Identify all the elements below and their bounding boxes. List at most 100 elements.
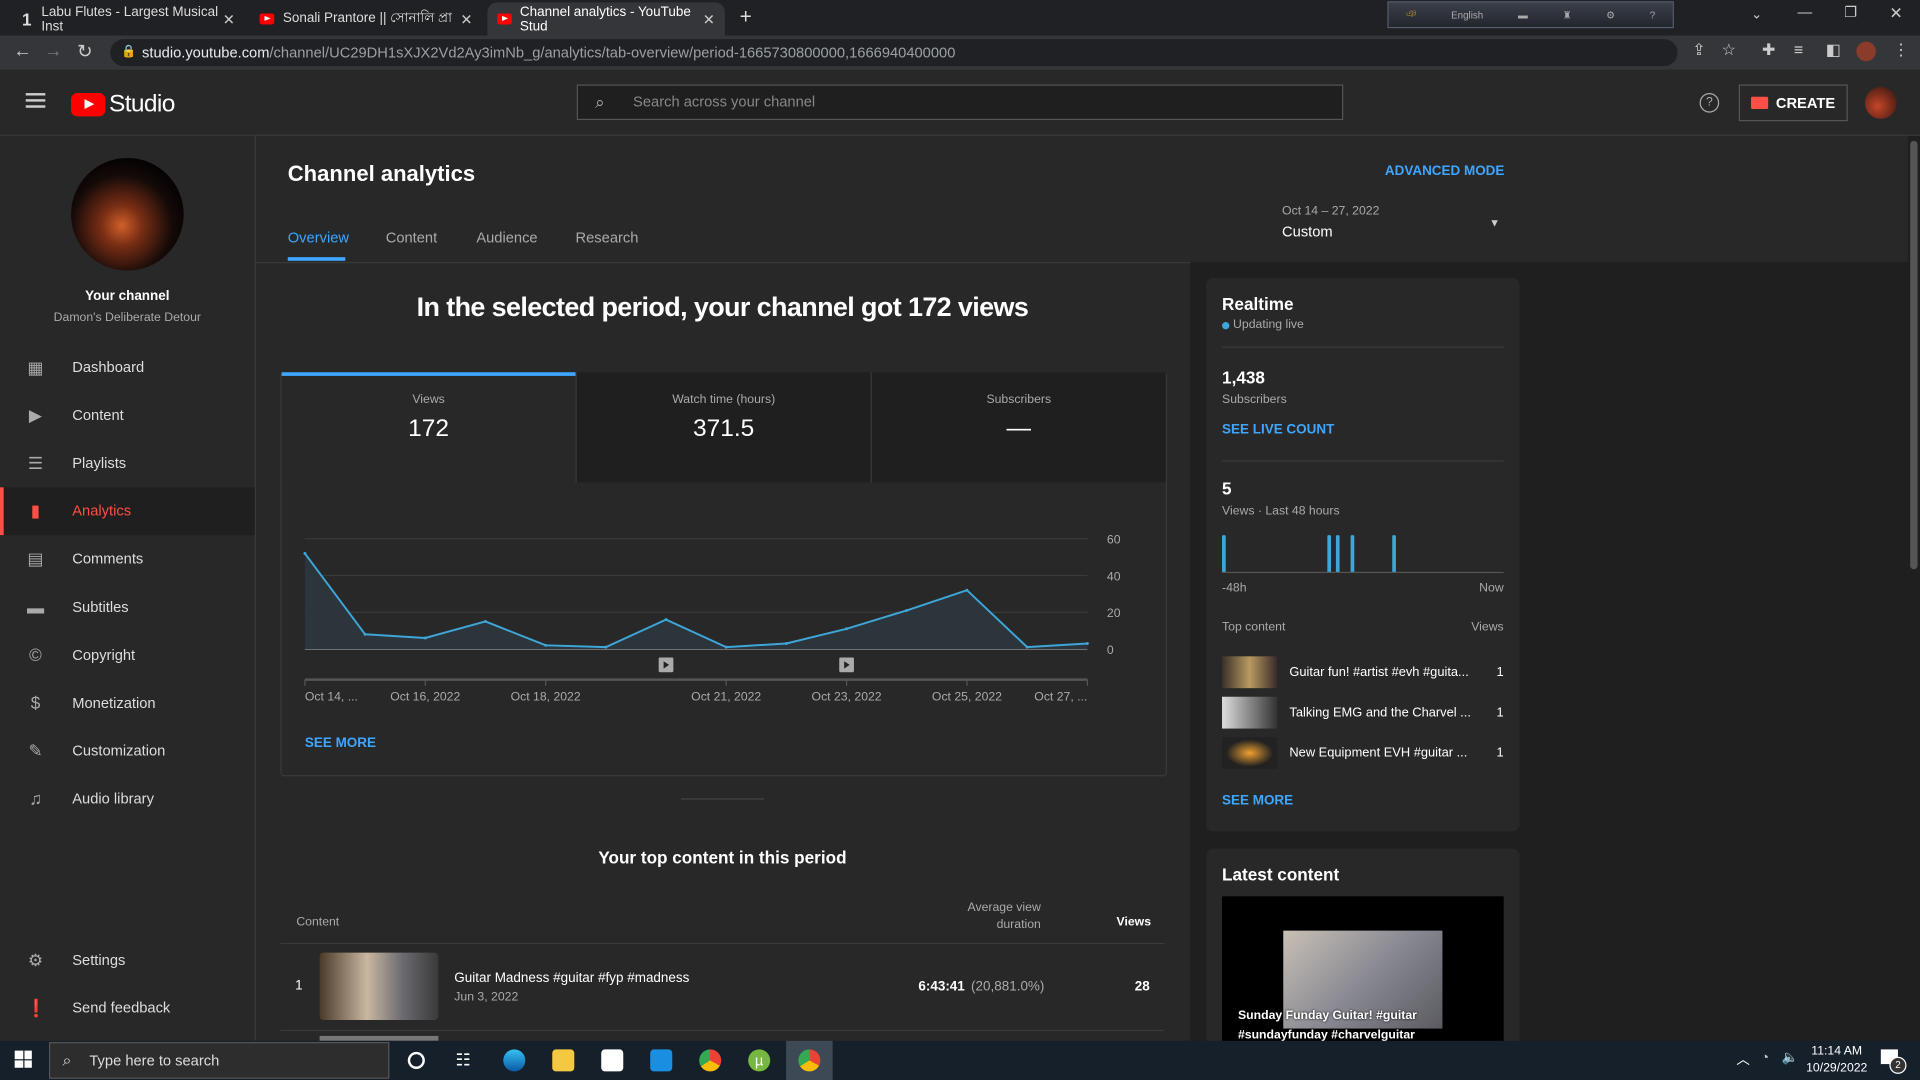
top-content-label: Top content <box>1222 620 1286 635</box>
views-chart[interactable]: 0 20 40 60 Oct 14, ... Oct 16, 2022 Oct 18, 20… <box>280 514 1164 716</box>
video-thumbnail <box>1222 656 1278 689</box>
browser-menu-icon[interactable]: ⋮ <box>1893 40 1909 60</box>
show-hidden-icons-icon[interactable]: ︿ <box>1736 1049 1749 1069</box>
sidebar-item-customization[interactable]: ✎ Customization <box>0 727 255 775</box>
new-tab-button[interactable]: + <box>740 5 752 29</box>
gear-icon: ⚙ <box>27 949 44 970</box>
tab-content[interactable]: Content <box>386 229 437 246</box>
wifi-icon[interactable]: ◔ <box>1761 1051 1769 1066</box>
scrollbar-track[interactable] <box>1907 135 1920 1041</box>
side-panel-icon[interactable]: ◧ <box>1826 40 1841 60</box>
browser-tab-active[interactable]: Channel analytics - YouTube Stud ✕ <box>487 2 725 36</box>
sidebar-item-playlists[interactable]: ☰ Playlists <box>0 439 255 487</box>
realtime-bar[interactable] <box>1222 535 1226 572</box>
metric-tab-subscribers[interactable]: Subscribers — <box>870 372 1166 483</box>
sidebar-item-analytics[interactable]: ▮ Analytics <box>0 486 255 535</box>
ime-toolbar[interactable]: ঞ English ▬ ♜ ⚙? <box>1387 1 1674 29</box>
column-header-views[interactable]: Views <box>1102 916 1151 929</box>
tab-research[interactable]: Research <box>576 229 639 246</box>
media-control-icon[interactable]: ≡ <box>1794 40 1803 58</box>
sidebar-item-settings[interactable]: ⚙ Settings <box>0 936 255 984</box>
realtime-top-content-item[interactable]: Talking EMG and the Charvel ... 1 <box>1222 696 1504 729</box>
account-avatar[interactable] <box>1864 86 1897 119</box>
browser-tab[interactable]: Sonali Prantore || সোনালি প্রা ✕ <box>250 2 483 35</box>
youtube-favicon-icon <box>497 13 512 25</box>
taskbar-search-input[interactable]: ⌕ Type here to search <box>48 1042 390 1079</box>
channel-avatar[interactable] <box>71 157 184 271</box>
tab-overview[interactable]: Overview <box>288 229 349 246</box>
create-button[interactable]: CREATE <box>1738 84 1848 122</box>
bookmark-star-icon[interactable]: ☆ <box>1722 40 1736 60</box>
ime-language[interactable]: English <box>1451 9 1483 20</box>
task-view-icon[interactable]: ☷ <box>456 1049 471 1070</box>
reload-icon[interactable]: ↻ <box>77 40 92 63</box>
realtime-top-content-item[interactable]: Guitar fun! #artist #evh #guita... 1 <box>1222 656 1504 689</box>
sidebar-item-content[interactable]: ▶ Content <box>0 391 255 439</box>
see-more-link[interactable]: SEE MORE <box>305 736 376 751</box>
cortana-icon[interactable] <box>407 1051 425 1069</box>
restore-button[interactable]: ❐ <box>1844 4 1857 21</box>
browser-tab[interactable]: 1 Labu Flutes - Largest Musical Inst ✕ <box>12 2 245 35</box>
close-window-button[interactable]: ✕ <box>1889 4 1902 24</box>
utorrent-icon[interactable]: µ <box>748 1049 771 1072</box>
volume-icon[interactable]: 🔈 <box>1782 1049 1799 1066</box>
help-icon[interactable]: ? <box>1699 93 1720 113</box>
studio-logo[interactable]: Studio <box>71 91 175 119</box>
tab-audience[interactable]: Audience <box>476 229 537 246</box>
latest-video-thumbnail[interactable]: Sunday Funday Guitar! #guitar #sundayfun… <box>1222 896 1504 1056</box>
minimize-button[interactable]: — <box>1798 4 1813 21</box>
realtime-bar[interactable] <box>1392 535 1396 572</box>
file-explorer-icon[interactable] <box>552 1049 575 1072</box>
divider <box>1222 460 1504 462</box>
realtime-bar[interactable] <box>1327 535 1332 572</box>
avg-view-percentage: (20,881.0%) <box>971 979 1045 995</box>
edge-icon[interactable] <box>503 1049 526 1072</box>
table-row[interactable]: 1 Guitar Madness #guitar #fyp #madness J… <box>280 944 1164 1030</box>
sidebar-item-subtitles[interactable]: ▬ Subtitles <box>0 583 255 631</box>
advanced-mode-button[interactable]: ADVANCED MODE <box>1385 164 1504 179</box>
clock[interactable]: 11:14 AM 10/29/2022 <box>1802 1043 1871 1077</box>
profile-avatar[interactable] <box>1856 41 1876 62</box>
notifications-icon[interactable]: 2 <box>1880 1049 1907 1074</box>
forward-icon[interactable]: → <box>44 40 62 61</box>
copyright-icon: © <box>29 644 42 665</box>
microsoft-store-icon[interactable] <box>601 1049 624 1072</box>
y-tick-label: 60 <box>1107 533 1121 547</box>
metric-tab-views[interactable]: Views 172 <box>281 372 576 483</box>
date-range-selector[interactable]: Oct 14 – 27, 2022 Custom ▼ <box>1282 204 1502 246</box>
extensions-icon[interactable]: ✚ <box>1762 40 1775 60</box>
realtime-bar[interactable] <box>1351 535 1355 572</box>
close-tab-icon[interactable]: ✕ <box>223 10 235 27</box>
share-icon[interactable]: ⇪ <box>1692 40 1705 60</box>
realtime-see-more-link[interactable]: SEE MORE <box>1222 793 1293 808</box>
close-tab-icon[interactable]: ✕ <box>703 10 715 27</box>
your-channel-label[interactable]: Your channel <box>0 289 255 304</box>
chrome-icon[interactable] <box>798 1049 821 1072</box>
close-tab-icon[interactable]: ✕ <box>460 10 472 27</box>
video-title[interactable]: Guitar Madness #guitar #fyp #madness <box>454 971 689 986</box>
sidebar-item-audio-library[interactable]: ♫ Audio library <box>0 775 255 823</box>
sidebar-item-dashboard[interactable]: ▦ Dashboard <box>0 343 255 391</box>
channel-search-input[interactable]: ⌕ Search across your channel <box>576 84 1344 121</box>
realtime-top-content-item[interactable]: New Equipment EVH #guitar ... 1 <box>1222 737 1504 769</box>
sidebar-item-comments[interactable]: ▤ Comments <box>0 535 255 583</box>
video-thumbnail[interactable] <box>319 952 439 1021</box>
mail-icon[interactable] <box>650 1049 673 1072</box>
hamburger-menu-icon[interactable] <box>25 93 46 108</box>
chrome-icon[interactable] <box>699 1049 722 1072</box>
windows-start-icon[interactable] <box>14 1050 32 1068</box>
sidebar-item-monetization[interactable]: $ Monetization <box>0 679 255 727</box>
see-live-count-link[interactable]: SEE LIVE COUNT <box>1222 422 1334 437</box>
back-icon[interactable]: ← <box>13 40 31 61</box>
tab-search-icon[interactable]: ⌄ <box>1751 6 1762 22</box>
sidebar-item-label: Dashboard <box>72 358 145 376</box>
sidebar-item-send-feedback[interactable]: ❗ Send feedback <box>0 983 255 1031</box>
sidebar-item-copyright[interactable]: © Copyright <box>0 631 255 679</box>
metric-tab-watch-time[interactable]: Watch time (hours) 371.5 <box>575 372 871 483</box>
url-input[interactable]: 🔒 studio.youtube.com/channel/UC29DH1sXJX2… <box>110 39 1678 67</box>
column-header-avg-duration[interactable]: Average view duration <box>931 900 1041 934</box>
realtime-bar-chart[interactable] <box>1222 533 1504 574</box>
scrollbar-thumb[interactable] <box>1910 140 1918 570</box>
sidebar-item-label: Settings <box>72 950 126 968</box>
realtime-bar[interactable] <box>1336 535 1341 572</box>
